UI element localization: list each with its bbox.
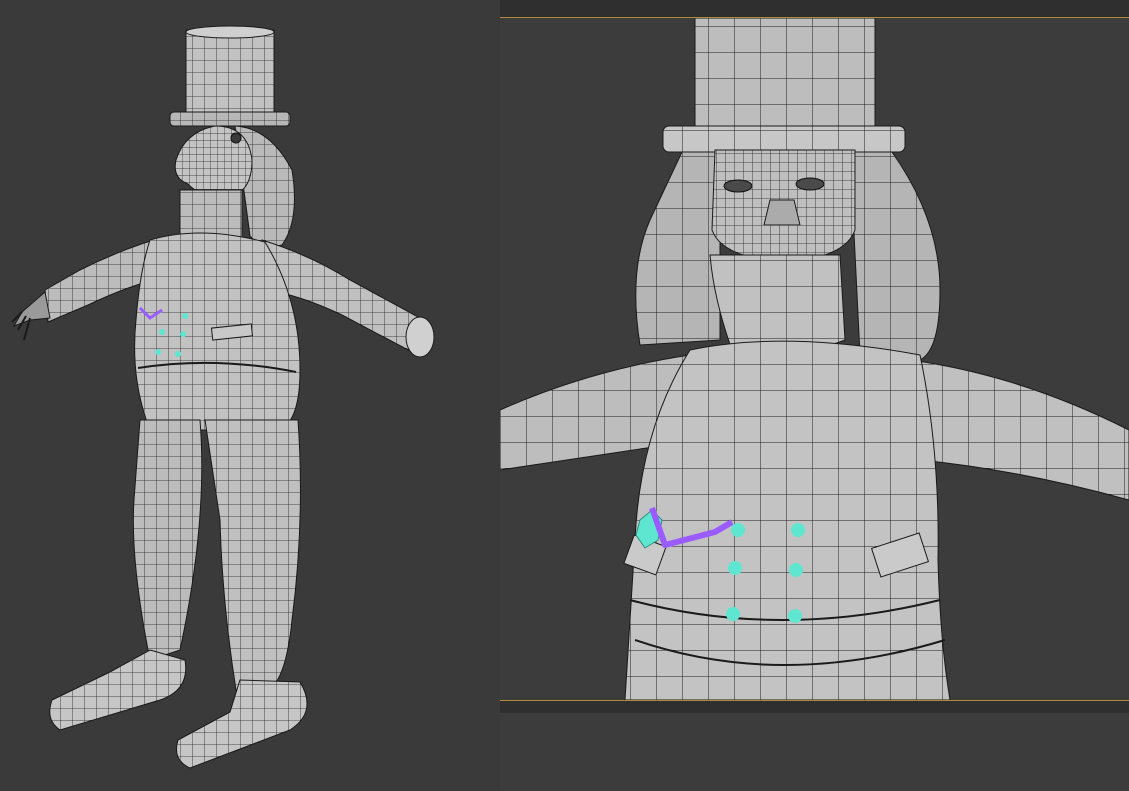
top-hat-closeup <box>662 17 906 153</box>
viewport-front-closeup[interactable] <box>500 0 1129 791</box>
character-mesh-closeup[interactable] <box>500 0 1129 791</box>
leg-right <box>204 419 301 691</box>
character-mesh-full[interactable] <box>0 0 500 791</box>
foot-left <box>49 649 187 731</box>
eye-right <box>795 177 825 191</box>
top-hat <box>169 25 291 127</box>
nose <box>763 199 801 226</box>
face-closeup <box>711 149 856 263</box>
eye-left <box>723 179 753 193</box>
torso-closeup <box>623 340 951 701</box>
leg-left <box>132 419 203 661</box>
foot-right <box>176 679 308 769</box>
viewport-frame-bottom <box>500 700 1129 791</box>
viewport-frame-top <box>500 0 1129 18</box>
viewport-perspective[interactable] <box>0 0 500 791</box>
head <box>174 125 253 197</box>
3d-viewport-stage <box>0 0 1129 791</box>
